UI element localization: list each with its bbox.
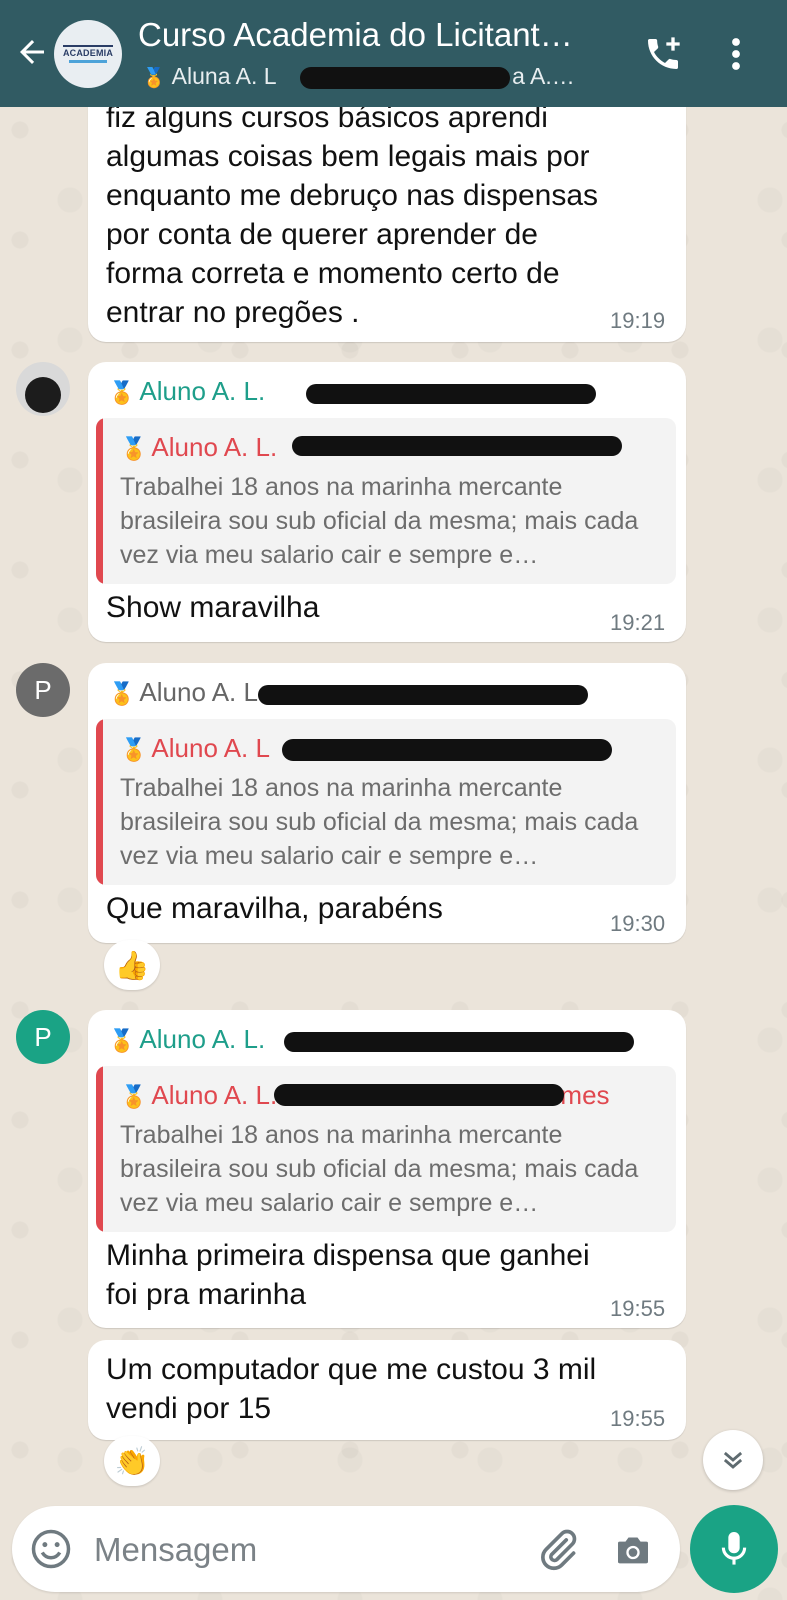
- chat-header: ACADEMIA Curso Academia do Licitant… 🏅 Al…: [0, 0, 787, 107]
- quoted-text: Trabalhei 18 anos na marinha mercante br…: [120, 473, 639, 569]
- message-line: Minha primeira dispensa que ganhei: [106, 1239, 590, 1272]
- redaction: [292, 436, 622, 456]
- message-bubble[interactable]: Um computador que me custou 3 mil vendi …: [88, 1340, 686, 1440]
- message-text: fiz alguns cursos básicos aprendi alguma…: [106, 98, 598, 332]
- medal-icon: 🏅: [120, 737, 148, 762]
- message-time: 19:55: [610, 1296, 666, 1321]
- message-bubble[interactable]: 🏅 Aluno A. L. 🏅 Aluno A. L. Trabalhei 18 a…: [88, 362, 686, 642]
- quoted-sender: 🏅 Aluno A. L.: [120, 432, 277, 463]
- message-line: algumas coisas bem legais mais por: [106, 140, 590, 173]
- mic-icon: [721, 1532, 747, 1565]
- quoted-message[interactable]: 🏅Aluno A. Les Trabalhei 18 anos na marin…: [96, 719, 676, 885]
- sender-name: Aluno A. L.: [139, 376, 266, 406]
- medal-icon: 🏅: [108, 1028, 136, 1053]
- quote-bar: [96, 719, 103, 885]
- redaction: [258, 685, 588, 705]
- group-logo-text: ACADEMIA: [62, 45, 114, 58]
- medal-icon: 🏅: [108, 380, 136, 405]
- message-bubble[interactable]: 🏅 Aluno A. L. 🏅 Aluno A. L. Comes Trabalhei…: [88, 1010, 686, 1328]
- sender-avatar[interactable]: [16, 362, 70, 416]
- message-time: 19:30: [610, 911, 666, 936]
- sender-avatar[interactable]: P: [16, 1010, 70, 1064]
- medal-icon: 🏅: [108, 681, 136, 706]
- message-time: 19:55: [610, 1406, 666, 1431]
- message-input[interactable]: [92, 1524, 516, 1576]
- add-call-icon[interactable]: [643, 34, 683, 74]
- quoted-message[interactable]: 🏅 Aluno A. L. Comes Trabalhei 18 anos na m…: [96, 1066, 676, 1232]
- redaction: [282, 739, 612, 761]
- message-sender[interactable]: 🏅 Aluno A. L.: [108, 376, 265, 407]
- message-bubble[interactable]: 🏅Aluno A. L o 🏅Aluno A. Les Trabalhei 18…: [88, 663, 686, 943]
- message-text: Que maravilha, parabéns: [106, 892, 443, 925]
- camera-icon[interactable]: [612, 1530, 654, 1570]
- voice-message-button[interactable]: [690, 1505, 778, 1593]
- message-line: forma correta e momento certo de: [106, 257, 560, 290]
- sender-name: Aluno A. L.: [139, 1024, 266, 1054]
- group-logo-bar: [69, 60, 107, 63]
- quoted-text: Trabalhei 18 anos na marinha mercante br…: [120, 774, 639, 870]
- scroll-down-button[interactable]: [703, 1430, 763, 1490]
- message-time: 19:21: [610, 610, 666, 635]
- message-line: vendi por 15: [106, 1392, 272, 1425]
- quoted-text: Trabalhei 18 anos na marinha mercante br…: [120, 1121, 639, 1217]
- quoted-message[interactable]: 🏅 Aluno A. L. Trabalhei 18 anos na marinh…: [96, 418, 676, 584]
- message-sender[interactable]: 🏅 Aluno A. L.: [108, 1024, 265, 1055]
- message-text: Show maravilha: [106, 591, 320, 624]
- reaction-clap[interactable]: 👏: [104, 1436, 160, 1486]
- group-avatar[interactable]: ACADEMIA: [54, 20, 122, 88]
- message-line: enquanto me debruço nas dispensas: [106, 179, 599, 212]
- quoted-sender-name: Aluno A. L.: [151, 432, 278, 462]
- medal-icon: 🏅: [120, 436, 148, 461]
- avatar-photo: [25, 377, 61, 413]
- back-arrow-icon[interactable]: [14, 34, 50, 70]
- message-time: 19:19: [610, 308, 666, 333]
- more-options-icon[interactable]: [726, 36, 746, 72]
- redaction: [284, 1032, 634, 1052]
- medal-icon: 🏅: [142, 68, 166, 89]
- medal-icon: 🏅: [120, 1084, 148, 1109]
- message-text: Um computador que me custou 3 mil vendi …: [106, 1350, 596, 1428]
- quote-bar: [96, 418, 103, 584]
- message-line: Um computador que me custou 3 mil: [106, 1353, 597, 1386]
- message-composer: [12, 1506, 680, 1592]
- redaction: [274, 1084, 564, 1106]
- redaction: [300, 67, 510, 89]
- message-line: por conta de querer aprender de: [106, 218, 538, 251]
- scroll-down-icon: [723, 1451, 743, 1469]
- members-text: Aluna A. L: [171, 63, 276, 89]
- message-line: foi pra marinha: [106, 1278, 307, 1311]
- attach-icon[interactable]: [536, 1528, 580, 1572]
- emoji-icon[interactable]: [30, 1528, 72, 1570]
- message-line: entrar no pregões .: [106, 296, 360, 329]
- group-title[interactable]: Curso Academia do Licitant…: [138, 16, 608, 54]
- quote-bar: [96, 1066, 103, 1232]
- quoted-sender-name: Aluno A. L: [151, 733, 270, 763]
- reaction-thumbs-up[interactable]: 👍: [104, 940, 160, 990]
- members-tail: a A.…: [512, 63, 575, 89]
- quoted-sender-name: Aluno A. L.: [151, 1080, 278, 1110]
- message-text: Minha primeira dispensa que ganhei foi p…: [106, 1236, 590, 1314]
- redaction: [306, 384, 596, 404]
- sender-name: Aluno A. L: [139, 677, 257, 707]
- sender-avatar[interactable]: P: [16, 663, 70, 717]
